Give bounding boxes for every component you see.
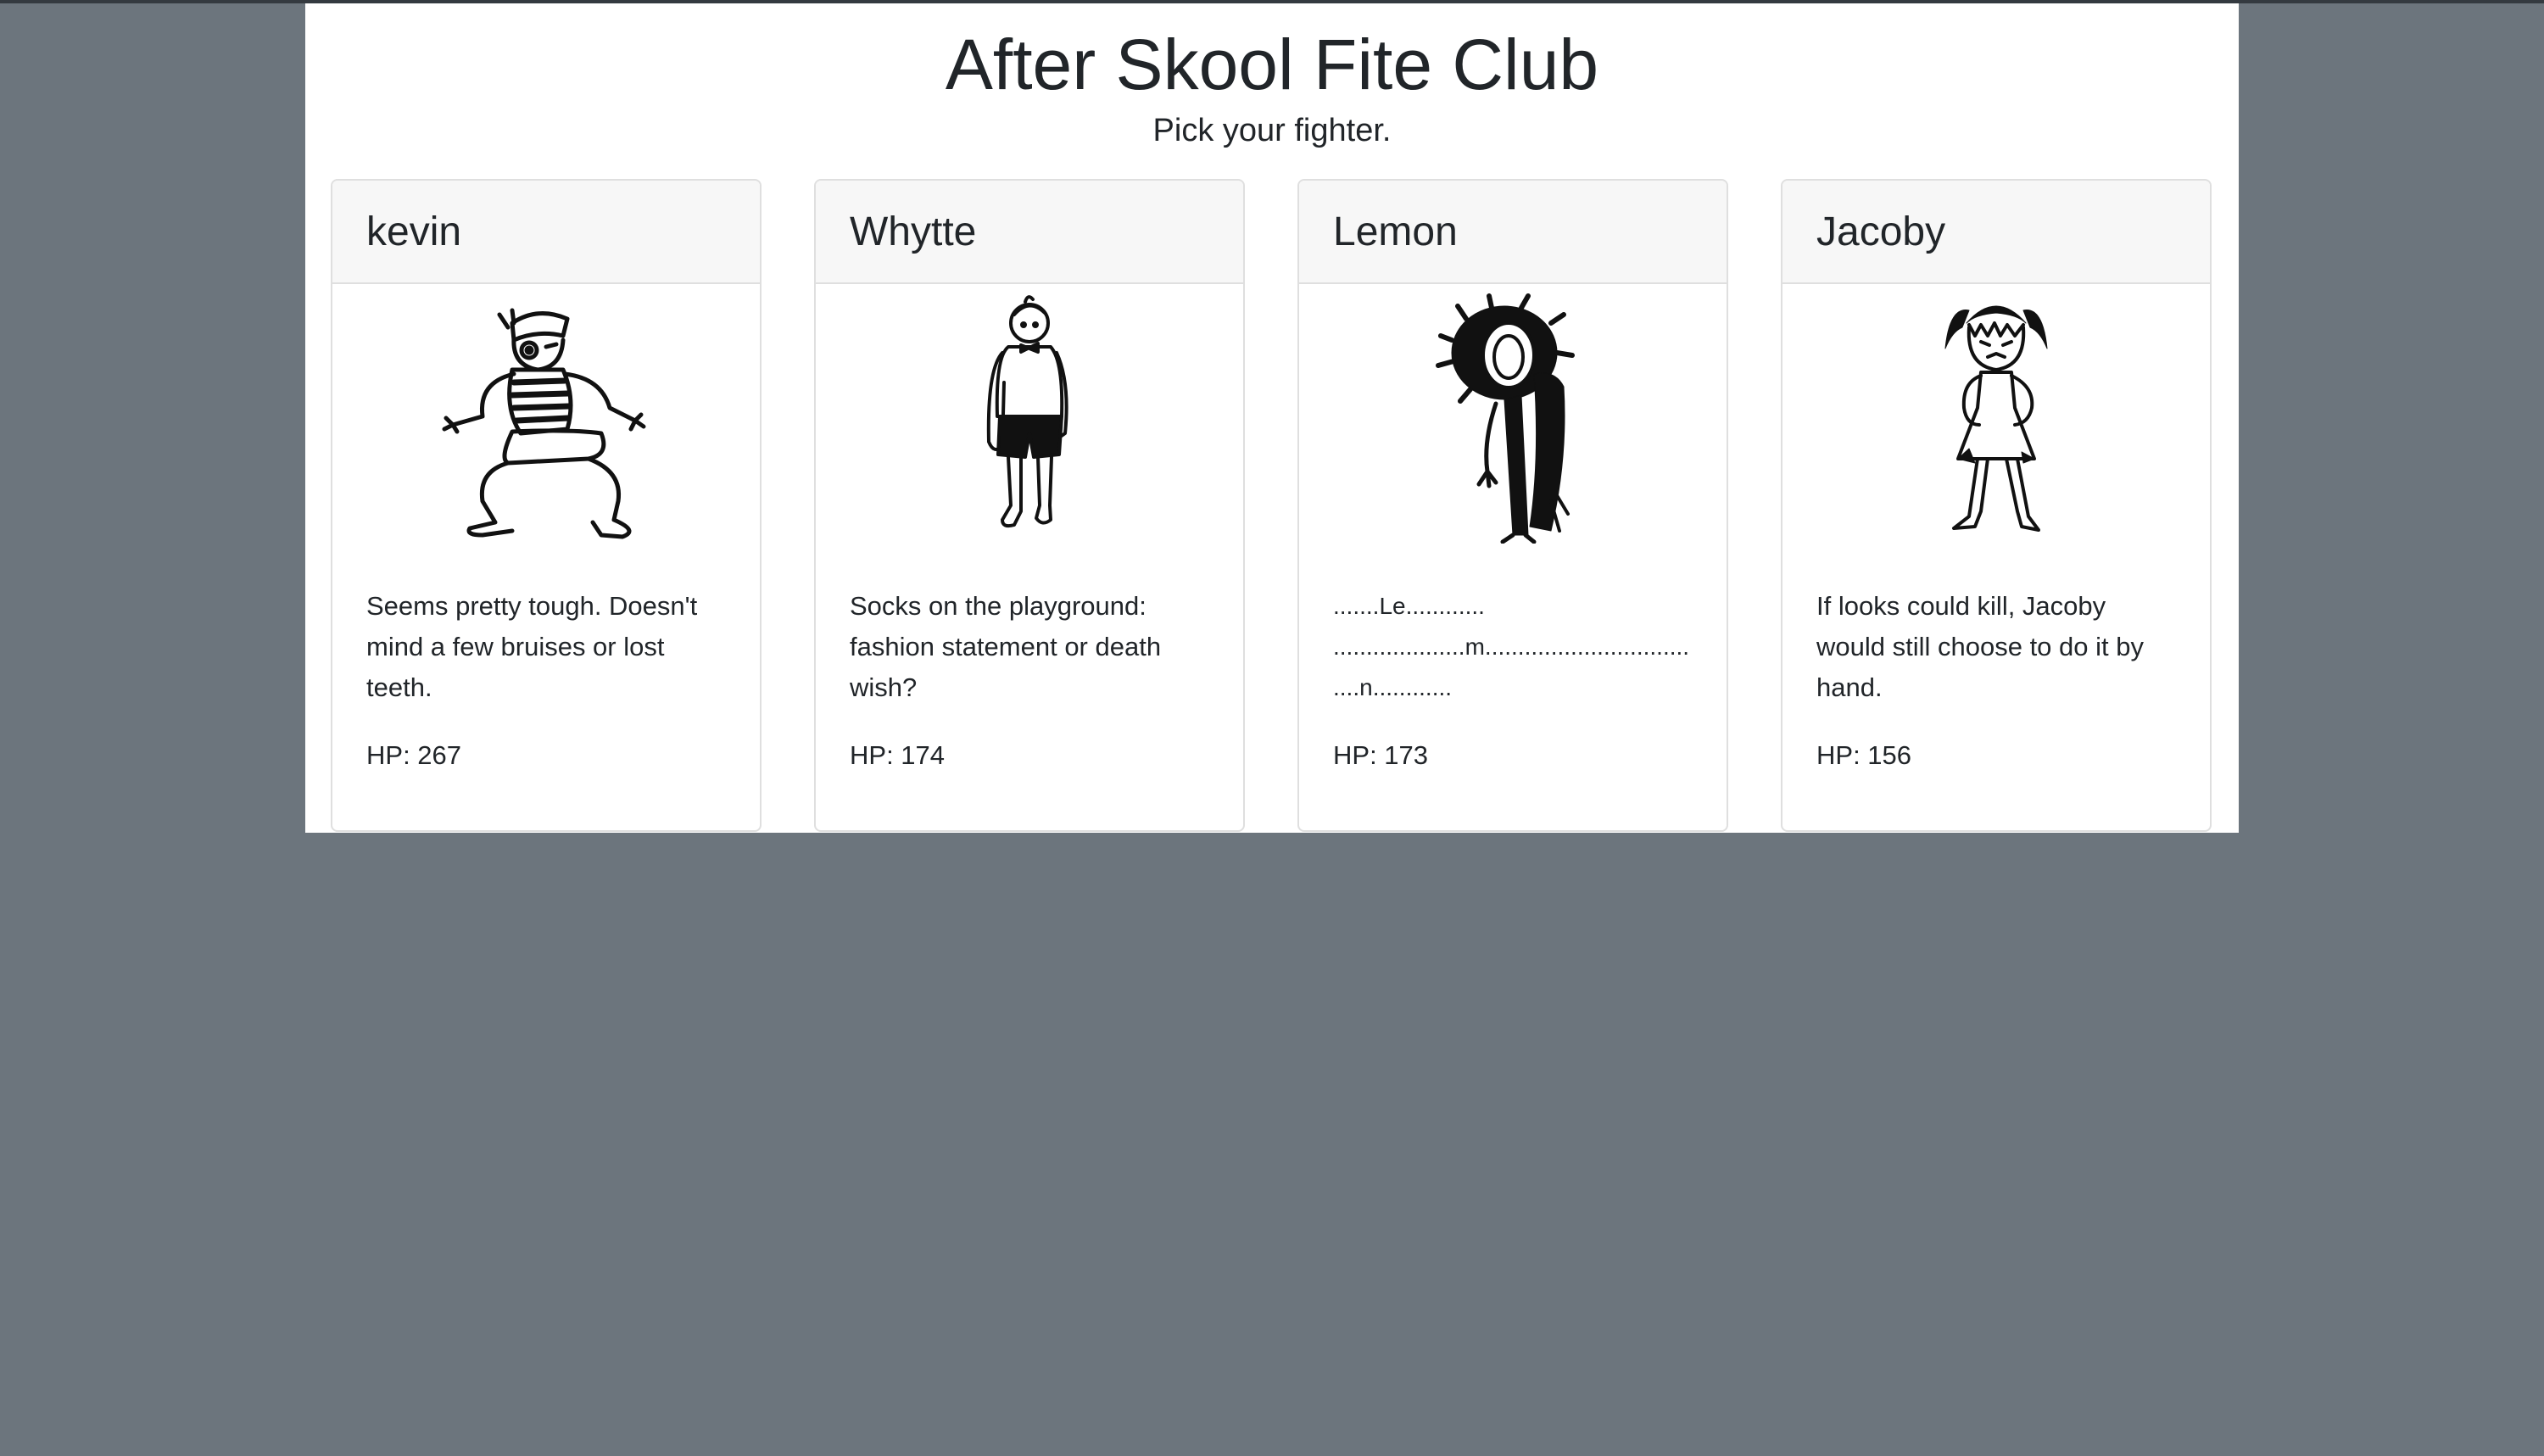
page-title: After Skool Fite Club xyxy=(945,25,1599,104)
fighter-card-whytte[interactable]: Whytte Socks on the playground: fashion … xyxy=(814,179,1245,832)
kevin-portrait-icon[interactable] xyxy=(419,289,673,544)
fighter-description: Socks on the playground: fashion stateme… xyxy=(850,591,1162,702)
fighter-hp: HP: 267 xyxy=(366,740,462,770)
main-panel: After Skool Fite Club Pick your fighter.… xyxy=(305,3,2239,833)
fighter-name: kevin xyxy=(366,209,462,254)
whytte-portrait-icon[interactable] xyxy=(902,289,1157,544)
fighter-description: .......Le............ ..................… xyxy=(1333,593,1690,700)
fighter-hp: HP: 156 xyxy=(1816,740,1912,770)
jacoby-portrait-icon[interactable] xyxy=(1869,289,2123,544)
fighter-card-jacoby[interactable]: Jacoby If looks could kill, Jacoby would… xyxy=(1781,179,2212,832)
card-header: Jacoby xyxy=(1782,181,2210,284)
fighter-hp: HP: 174 xyxy=(850,740,946,770)
fighter-description: If looks could kill, Jacoby would still … xyxy=(1816,591,2144,702)
fighter-description: Seems pretty tough. Doesn't mind a few b… xyxy=(366,591,698,702)
card-header: Lemon xyxy=(1299,181,1727,284)
fighter-card-kevin[interactable]: kevin Seems pretty tough. Doesn't mind a… xyxy=(331,179,762,832)
fighter-name: Whytte xyxy=(850,209,977,254)
lemon-portrait-icon[interactable] xyxy=(1386,289,1640,544)
fighter-name: Lemon xyxy=(1333,209,1458,254)
fighter-name: Jacoby xyxy=(1816,209,1946,254)
fighter-card-lemon[interactable]: Lemon .......Le............ ............… xyxy=(1297,179,1728,832)
card-header: kevin xyxy=(332,181,760,284)
card-header: Whytte xyxy=(816,181,1243,284)
page-subtitle: Pick your fighter. xyxy=(1152,113,1392,148)
fighter-hp: HP: 173 xyxy=(1333,740,1429,770)
